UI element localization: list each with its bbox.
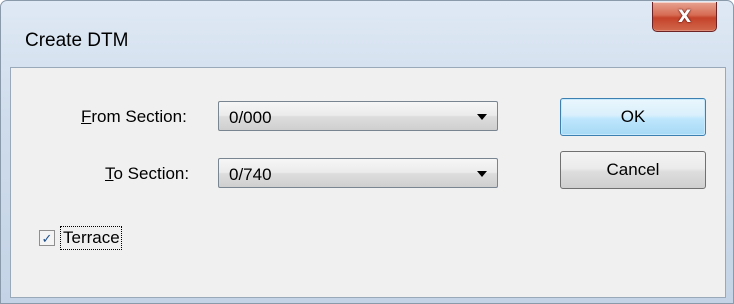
cancel-button[interactable]: Cancel [560,151,706,189]
dialog-body: From Section: 0/000 To Section: 0/740 OK… [10,67,726,298]
title-bar[interactable]: Create DTM X [1,1,733,51]
ok-button[interactable]: OK [560,98,706,136]
window-title: Create DTM [25,30,129,51]
to-section-label: To Section: [105,164,190,183]
to-section-dropdown[interactable]: 0/740 [218,158,498,188]
dialog-window: Create DTM X From Section: 0/000 To Sect… [0,0,734,304]
close-icon: X [677,6,692,27]
to-section-value: 0/740 [229,165,272,184]
chevron-down-icon [477,114,487,120]
checkmark-icon: ✓ [41,230,53,246]
from-section-dropdown[interactable]: 0/000 [218,101,498,131]
from-section-value: 0/000 [229,108,272,127]
chevron-down-icon [477,171,487,177]
terrace-label[interactable]: Terrace [60,226,122,250]
terrace-checkbox[interactable]: ✓ [39,230,55,246]
close-button[interactable]: X [652,2,717,32]
from-section-label: From Section: [81,107,187,126]
